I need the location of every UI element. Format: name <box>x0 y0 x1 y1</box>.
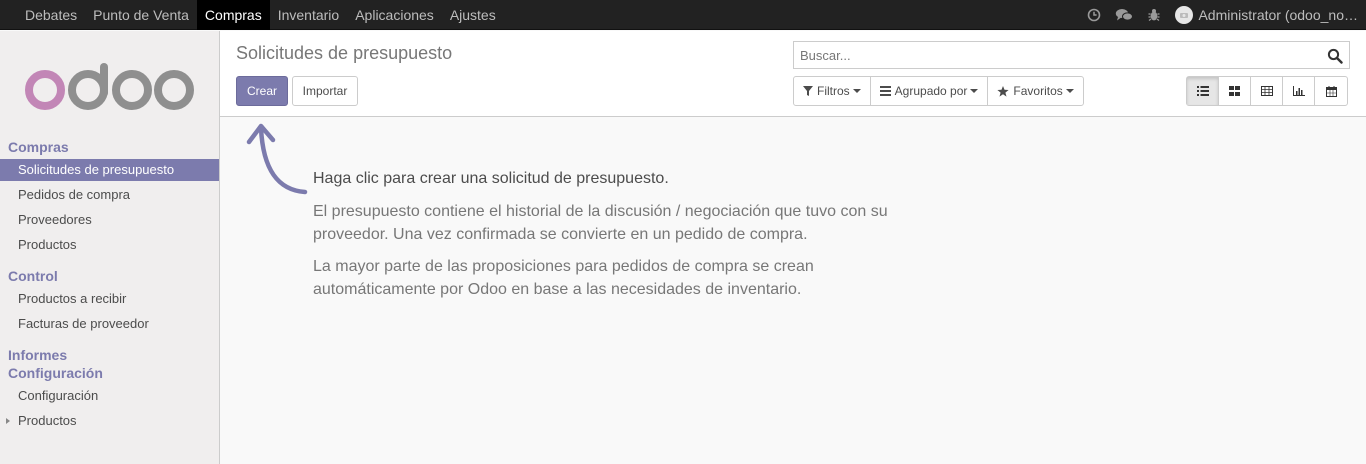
groupby-button[interactable]: Agrupado por <box>871 77 989 105</box>
sidebar: Compras Solicitudes de presupuesto Pedid… <box>0 31 220 464</box>
search-bar <box>793 41 1350 69</box>
help-line: automáticamente por Odoo en base a las n… <box>313 281 802 298</box>
groupby-label: Agrupado por <box>894 84 968 98</box>
sidebar-item-productos-a-recibir[interactable]: Productos a recibir <box>0 288 219 310</box>
chevron-down-icon <box>970 89 979 93</box>
pivot-view-icon[interactable] <box>1251 77 1283 105</box>
clock-icon[interactable] <box>1079 0 1109 30</box>
odoo-logo[interactable] <box>25 63 195 113</box>
sidebar-item-configuracion[interactable]: Configuración <box>0 385 219 407</box>
bug-icon[interactable] <box>1139 0 1169 30</box>
app-menu: Debates Punto de Venta Compras Inventari… <box>17 0 504 30</box>
control-panel: Solicitudes de presupuesto Crear Importa… <box>220 31 1366 117</box>
page-title: Solicitudes de presupuesto <box>236 43 453 63</box>
help-line: El presupuesto contiene el historial de … <box>313 203 888 220</box>
systray: Administrator (odoo_no… <box>1079 0 1358 30</box>
help-line: proveedor. Una vez confirmada se convier… <box>313 226 808 243</box>
kanban-view-icon[interactable] <box>1219 77 1251 105</box>
graph-view-icon[interactable] <box>1283 77 1315 105</box>
list-view-icon[interactable] <box>1187 77 1219 105</box>
sidebar-item-proveedores[interactable]: Proveedores <box>0 209 219 231</box>
menu-debates[interactable]: Debates <box>17 0 85 30</box>
menu-aplicaciones[interactable]: Aplicaciones <box>347 0 442 30</box>
menu-compras[interactable]: Compras <box>196 0 270 30</box>
curved-arrow-icon <box>246 123 308 195</box>
filters-label: Filtros <box>817 84 850 98</box>
view-switcher <box>1186 76 1348 106</box>
import-button[interactable]: Importar <box>292 76 358 106</box>
favorites-label: Favoritos <box>1013 84 1063 98</box>
sidebar-item-productos-config[interactable]: Productos <box>0 410 219 432</box>
search-icon[interactable] <box>1327 48 1343 64</box>
menu-inventario[interactable]: Inventario <box>270 0 347 30</box>
create-button[interactable]: Crear <box>236 76 288 106</box>
sidebar-item-pedidos-de-compra[interactable]: Pedidos de compra <box>0 184 219 206</box>
search-options: Filtros Agrupado por Favoritos <box>793 76 1084 106</box>
chevron-down-icon <box>852 89 861 93</box>
user-name: Administrator (odoo_no… <box>1198 7 1358 23</box>
chat-icon[interactable] <box>1109 0 1139 30</box>
section-control: Control <box>8 268 58 284</box>
chevron-down-icon <box>1065 89 1074 93</box>
menu-ajustes[interactable]: Ajustes <box>442 0 504 30</box>
help-line: La mayor parte de las proposiciones para… <box>313 258 814 275</box>
filter-icon <box>803 86 813 96</box>
sidebar-item-productos[interactable]: Productos <box>0 234 219 256</box>
favorites-button[interactable]: Favoritos <box>988 77 1082 105</box>
sidebar-item-facturas-de-proveedor[interactable]: Facturas de proveedor <box>0 313 219 335</box>
list-lines-icon <box>879 86 891 96</box>
search-input[interactable] <box>800 46 1320 64</box>
section-configuracion: Configuración <box>8 365 103 381</box>
user-menu[interactable]: Administrator (odoo_no… <box>1175 6 1358 24</box>
calendar-view-icon[interactable] <box>1315 77 1347 105</box>
avatar <box>1175 6 1194 24</box>
help-paragraph-history: El presupuesto contiene el historial de … <box>313 200 933 246</box>
expand-caret-icon[interactable] <box>6 418 10 424</box>
section-informes[interactable]: Informes <box>8 347 67 363</box>
sidebar-item-solicitudes-de-presupuesto[interactable]: Solicitudes de presupuesto <box>0 159 219 181</box>
top-navbar: Debates Punto de Venta Compras Inventari… <box>0 0 1366 30</box>
help-paragraph-automatic: La mayor parte de las proposiciones para… <box>313 255 933 301</box>
sidebar-item-label: Productos <box>18 413 77 428</box>
filters-button[interactable]: Filtros <box>794 77 871 105</box>
section-compras: Compras <box>8 139 69 155</box>
help-title: Haga clic para crear una solicitud de pr… <box>313 170 669 187</box>
star-icon <box>997 85 1010 97</box>
menu-punto-de-venta[interactable]: Punto de Venta <box>85 0 197 30</box>
